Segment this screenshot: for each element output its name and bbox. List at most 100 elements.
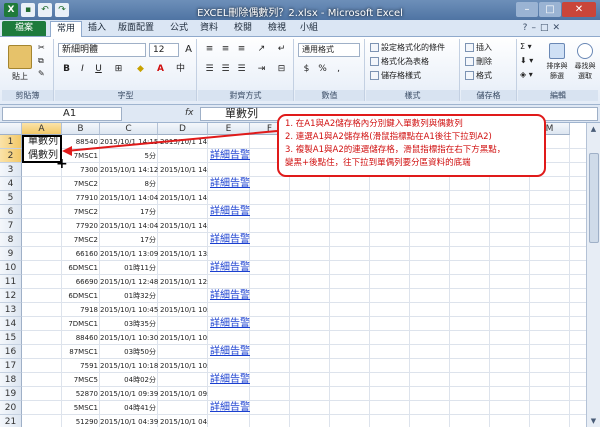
wrap-text-icon[interactable]: ↵ <box>274 43 289 56</box>
font-color-button[interactable]: A <box>153 63 168 76</box>
row-header-12[interactable]: 12 <box>0 289 22 303</box>
cell-c15[interactable]: 2015/10/1 10:30 <box>100 331 158 345</box>
cell-c9[interactable]: 2015/10/1 13:09 <box>100 247 158 261</box>
row-header-19[interactable]: 19 <box>0 387 22 401</box>
format-as-table-button[interactable]: 格式化為表格 <box>370 56 429 67</box>
align-bottom-icon[interactable]: ≡ <box>234 43 249 56</box>
insert-cells-button[interactable]: 插入 <box>465 42 492 53</box>
format-cells-button[interactable]: 格式 <box>465 70 492 81</box>
copy-icon[interactable]: ⧉ <box>38 56 44 66</box>
row-header-1[interactable]: 1 <box>0 135 22 149</box>
border-icon[interactable]: ⊞ <box>111 63 126 76</box>
cell-d17[interactable]: 2015/10/1 10:18 <box>160 359 208 373</box>
detail-alarm-link[interactable]: 詳細告警 <box>208 233 268 247</box>
cell-b1[interactable]: 88540 <box>62 135 100 149</box>
cell-c1[interactable]: 2015/10/1 14:15 <box>100 135 158 149</box>
cell-b16[interactable]: 87MSC1 <box>62 345 100 359</box>
cell-d3[interactable]: 2015/10/1 14:12 <box>160 163 208 177</box>
cell-b19[interactable]: 52870 <box>62 387 100 401</box>
cell-c7[interactable]: 2015/10/1 14:04 <box>100 219 158 233</box>
detail-alarm-link[interactable]: 詳細告警 <box>208 289 268 303</box>
cell-b18[interactable]: 7MSC5 <box>62 373 100 387</box>
delete-cells-button[interactable]: 刪除 <box>465 56 492 67</box>
italic-button[interactable]: I <box>75 63 90 76</box>
cell-c10[interactable]: 01時11分 <box>100 261 158 275</box>
number-format-select[interactable]: 通用格式 <box>298 43 360 57</box>
underline-button[interactable]: U <box>91 63 106 76</box>
cell-c17[interactable]: 2015/10/1 10:18 <box>100 359 158 373</box>
row-header-15[interactable]: 15 <box>0 331 22 345</box>
cell-c21[interactable]: 2015/10/1 04:39 <box>100 415 158 427</box>
currency-button[interactable]: $ <box>299 63 314 76</box>
row-header-8[interactable]: 8 <box>0 233 22 247</box>
scroll-up-icon[interactable]: ▲ <box>587 123 600 135</box>
cell-b7[interactable]: 77920 <box>62 219 100 233</box>
align-left-icon[interactable]: ☰ <box>202 63 217 76</box>
cell-b8[interactable]: 7MSC2 <box>62 233 100 247</box>
comma-button[interactable]: , <box>331 63 346 76</box>
merge-center-icon[interactable]: ⊟ <box>274 63 289 76</box>
row-header-18[interactable]: 18 <box>0 373 22 387</box>
tab-insert[interactable]: 插入 <box>88 21 106 37</box>
cell-d19[interactable]: 2015/10/1 09:39 <box>160 387 208 401</box>
detail-alarm-link[interactable]: 詳細告警 <box>208 401 268 415</box>
cell-b9[interactable]: 66160 <box>62 247 100 261</box>
scroll-thumb[interactable] <box>589 153 599 243</box>
cell-b4[interactable]: 7MSC2 <box>62 177 100 191</box>
fill-icon[interactable]: ⬇ ▾ <box>520 56 533 65</box>
cell-c14[interactable]: 03時35分 <box>100 317 158 331</box>
cell-b6[interactable]: 7MSC2 <box>62 205 100 219</box>
format-painter-icon[interactable]: ✎ <box>38 69 45 78</box>
cell-c16[interactable]: 03時50分 <box>100 345 158 359</box>
cell-c13[interactable]: 2015/10/1 10:45 <box>100 303 158 317</box>
cell-c11[interactable]: 2015/10/1 12:48 <box>100 275 158 289</box>
column-header-c[interactable]: C <box>100 123 158 135</box>
cell-b5[interactable]: 77910 <box>62 191 100 205</box>
cell-c20[interactable]: 04時41分 <box>100 401 158 415</box>
tab-data[interactable]: 資料 <box>200 21 218 37</box>
phonetic-icon[interactable]: 中 <box>173 63 188 76</box>
insert-function-button[interactable]: fx <box>185 108 194 118</box>
detail-alarm-link[interactable]: 詳細告警 <box>208 317 268 331</box>
cell-b12[interactable]: 6DMSC1 <box>62 289 100 303</box>
align-right-icon[interactable]: ☰ <box>234 63 249 76</box>
tab-view[interactable]: 檢視 <box>268 21 286 37</box>
cell-d9[interactable]: 2015/10/1 13:09 <box>160 247 208 261</box>
cell-d5[interactable]: 2015/10/1 14:03 <box>160 191 208 205</box>
grow-font-button[interactable]: A <box>181 43 196 56</box>
cell-b21[interactable]: 51290 <box>62 415 100 427</box>
indent-icon[interactable]: ⇥ <box>254 63 269 76</box>
cell-c12[interactable]: 01時32分 <box>100 289 158 303</box>
row-header-20[interactable]: 20 <box>0 401 22 415</box>
clear-icon[interactable]: ◈ ▾ <box>520 70 533 79</box>
tab-team[interactable]: 小組 <box>300 21 318 37</box>
column-header-a[interactable]: A <box>22 123 62 135</box>
cell-styles-button[interactable]: 儲存格樣式 <box>370 70 421 81</box>
tab-page-layout[interactable]: 版面配置 <box>118 21 154 37</box>
cell-c2[interactable]: 5分 <box>100 149 158 163</box>
row-header-17[interactable]: 17 <box>0 359 22 373</box>
autosum-icon[interactable]: Σ ▾ <box>520 42 532 51</box>
maximize-button[interactable]: □ <box>539 2 561 17</box>
row-header-7[interactable]: 7 <box>0 219 22 233</box>
cell-d7[interactable]: 2015/10/1 14:03 <box>160 219 208 233</box>
align-center-icon[interactable]: ☰ <box>218 63 233 76</box>
paste-button[interactable]: 貼上 <box>6 45 34 82</box>
align-top-icon[interactable]: ≡ <box>202 43 217 56</box>
cell-d13[interactable]: 2015/10/1 10:45 <box>160 303 208 317</box>
tab-home[interactable]: 常用 <box>50 21 83 37</box>
orientation-icon[interactable]: ↗ <box>254 43 269 56</box>
row-header-5[interactable]: 5 <box>0 191 22 205</box>
font-name-select[interactable]: 新細明體 <box>58 43 146 57</box>
cell-c18[interactable]: 04時02分 <box>100 373 158 387</box>
cell-c8[interactable]: 17分 <box>100 233 158 247</box>
vertical-scrollbar[interactable]: ▲ ▼ <box>586 123 600 427</box>
cell-c3[interactable]: 2015/10/1 14:12 <box>100 163 158 177</box>
help-icon[interactable]: ? <box>523 23 528 33</box>
cell-c19[interactable]: 2015/10/1 09:39 <box>100 387 158 401</box>
font-size-select[interactable]: 12 <box>149 43 179 57</box>
restore-icon[interactable]: □ <box>540 23 549 33</box>
tab-file[interactable]: 檔案 <box>2 21 46 36</box>
tab-formulas[interactable]: 公式 <box>170 21 188 37</box>
row-header-16[interactable]: 16 <box>0 345 22 359</box>
